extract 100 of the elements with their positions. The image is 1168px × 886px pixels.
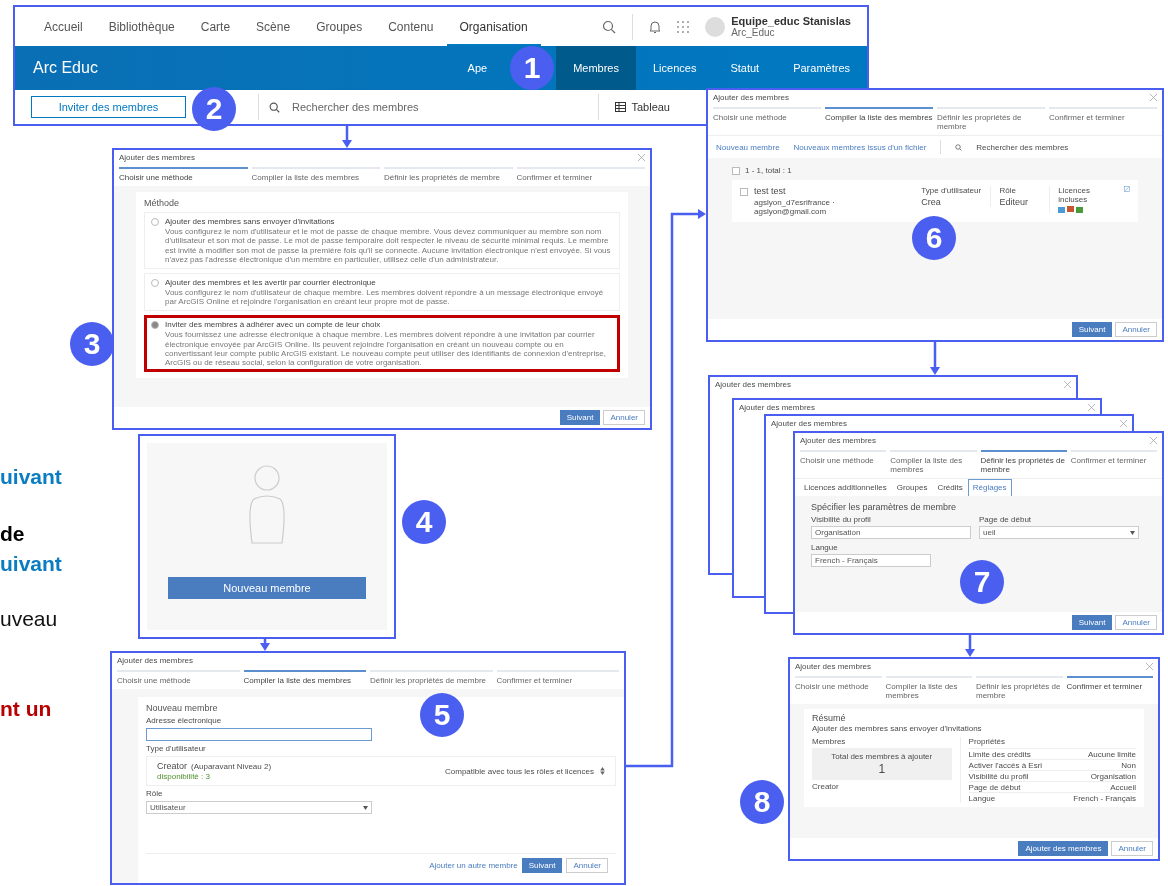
step-tab[interactable]: Compiler la liste des membres (885, 676, 972, 701)
org-tab[interactable]: Membres (556, 46, 636, 91)
nav-tab[interactable]: Contenu (375, 7, 447, 46)
cancel-button[interactable]: Annuler (1111, 841, 1153, 856)
property-name: Page de début (968, 783, 1021, 793)
step-tab[interactable]: Choisir une méthode (795, 676, 882, 701)
language-select[interactable]: French - Français (811, 554, 931, 568)
step-tab[interactable]: Confirmer et terminer (516, 167, 645, 183)
nav-tab[interactable]: Bibliothèque (95, 7, 188, 46)
step-tab[interactable]: Confirmer et terminer (496, 670, 619, 686)
close-icon[interactable] (1146, 663, 1153, 670)
close-icon[interactable] (1150, 437, 1157, 444)
role-select[interactable]: Utilisateur (146, 801, 372, 815)
cancel-button[interactable]: Annuler (1115, 322, 1157, 337)
org-tab[interactable]: Licences (635, 46, 714, 91)
bell-icon[interactable] (649, 19, 662, 34)
next-button[interactable]: Suivant (1071, 322, 1113, 337)
member-name: test test (754, 186, 787, 197)
settings-tab[interactable]: Groupes (891, 479, 933, 497)
radio-button[interactable] (151, 218, 159, 227)
dialog-title: Ajouter des membres (117, 656, 194, 665)
step-tab[interactable]: Définir les propriétés de membre (976, 676, 1063, 701)
close-icon[interactable] (1064, 381, 1071, 388)
start-page-select[interactable]: ueil (979, 526, 1139, 540)
cancel-button[interactable]: Annuler (1115, 615, 1157, 630)
next-button[interactable]: Suivant (1071, 615, 1113, 630)
close-icon[interactable] (1150, 94, 1157, 101)
step-number-badge: 4 (402, 500, 446, 544)
availability-text: disponibilité : 3 (157, 772, 211, 782)
new-member-button[interactable]: Nouveau membre (168, 577, 366, 599)
field-label: Page de début (979, 515, 1033, 525)
edit-icon[interactable] (1124, 186, 1130, 193)
search-icon[interactable] (602, 19, 617, 34)
step-tab[interactable]: Choisir une méthode (119, 167, 248, 183)
email-field[interactable] (146, 728, 372, 742)
search-field[interactable]: Rechercher des membres (290, 100, 589, 115)
step-tab[interactable]: Compiler la liste des membres (825, 107, 933, 132)
checkbox[interactable] (740, 188, 748, 197)
next-button[interactable]: Ajouter des membres (1018, 841, 1109, 856)
cancel-button[interactable]: Annuler (603, 410, 645, 425)
apps-grid-icon[interactable] (677, 20, 690, 33)
method-option[interactable] (144, 315, 620, 373)
user-type-selector[interactable]: Creator (Auparavant Niveau 2) disponibilité : 3 Compatible avec tous les rôles et licences (146, 756, 616, 787)
close-icon[interactable] (1120, 420, 1127, 427)
dialog-title: Ajouter des membres (119, 153, 196, 162)
step-tab[interactable]: Définir les propriétés de membre (980, 450, 1067, 475)
invite-members-button[interactable]: Inviter des membres (31, 96, 186, 119)
org-tab[interactable]: Statut (713, 46, 777, 91)
dialog-title: Ajouter des membres (713, 93, 790, 102)
column-heading: Propriétés (968, 737, 1006, 747)
form-heading: Nouveau membre (146, 703, 219, 714)
slide-text: de (0, 522, 25, 546)
radio-button[interactable] (151, 321, 159, 330)
cancel-button[interactable]: Annuler (566, 858, 608, 873)
step-tab[interactable]: Compiler la liste des membres (243, 670, 366, 686)
settings-tab[interactable]: Crédits (932, 479, 968, 497)
role-value: Editeur (999, 197, 1029, 208)
dialog-title: Ajouter des membres (795, 662, 872, 671)
radio-button[interactable] (151, 278, 159, 287)
step-tab[interactable]: Choisir une méthode (800, 450, 887, 475)
settings-tab[interactable]: Licences additionnelles (799, 479, 892, 497)
step-tab[interactable]: Confirmer et terminer (1049, 107, 1157, 132)
search-icon (955, 143, 963, 151)
close-icon[interactable] (638, 154, 645, 161)
table-view-button[interactable]: Tableau (609, 101, 676, 114)
option-description: Vous fournissez une adresse électronique à chaque membre. Les membres doivent répondre à une invitation par courrier électronique envoyée par ArcGIS Online. Ils peuvent rejoindre l'organisation en créant un nouveau compte ou en convertissant leur compte public ArcGIS existant. Le nouveau compte peut utiliser des identifiants de connexion d'entreprise, ArcGIS ou de réseau social, selon la configuration de votre organisation. (165, 330, 607, 368)
step-tab[interactable]: Choisir une méthode (117, 670, 240, 686)
org-tab[interactable]: Paramètres (776, 46, 867, 91)
step-tab[interactable]: Définir les propriétés de membre (384, 167, 513, 183)
step-tab[interactable]: Confirmer et terminer (1070, 450, 1157, 475)
step-tab[interactable]: Compiler la liste des membres (251, 167, 380, 183)
close-icon[interactable] (1088, 404, 1095, 411)
slide-text: uveau (0, 607, 58, 631)
column-label: Rôle (999, 186, 1017, 196)
summary-subtitle: Ajouter des membres sans envoyer d'invitations (812, 724, 983, 734)
visibility-select[interactable]: Organisation (811, 526, 971, 540)
nav-tab[interactable]: Scène (243, 7, 304, 46)
step-tab[interactable]: Définir les propriétés de membre (937, 107, 1045, 132)
nav-tab[interactable]: Carte (187, 7, 244, 46)
caret-icon (1130, 530, 1135, 535)
add-another-link[interactable]: Ajouter un autre membre (429, 861, 518, 870)
step-tab[interactable]: Compiler la liste des membres (890, 450, 977, 475)
option-title: Ajouter des membres et les avertir par courrier électronique (165, 277, 377, 287)
step-tab[interactable]: Définir les propriétés de membre (370, 670, 493, 686)
nav-tab[interactable]: Accueil (31, 7, 96, 46)
checkbox[interactable] (732, 166, 740, 175)
org-tab[interactable]: Ape (450, 46, 505, 91)
toolbar-link[interactable]: Nouveaux membres issus d'un fichier (793, 142, 927, 152)
table-icon (615, 102, 627, 113)
avatar-icon[interactable] (705, 16, 726, 37)
toolbar-link[interactable]: Nouveau membre (716, 142, 780, 152)
step-tab[interactable]: Choisir une méthode (713, 107, 821, 132)
property-name: Activer l'accès à Esri (968, 761, 1043, 771)
next-button[interactable]: Suivant (559, 410, 601, 425)
next-button[interactable]: Suivant (521, 858, 563, 873)
search-field[interactable]: Rechercher des membres (976, 142, 1069, 152)
nav-tab[interactable]: Groupes (303, 7, 376, 46)
dialog-title: Ajouter des membres (739, 403, 816, 412)
licenses-icon (1058, 206, 1085, 214)
step-tab[interactable]: Confirmer et terminer (1066, 676, 1153, 701)
